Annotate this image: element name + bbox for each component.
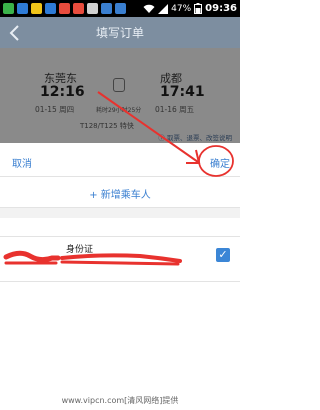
ticket-info-label: 取票、退票、改签说明 [167, 134, 232, 142]
train-icon [113, 78, 125, 92]
train-type: 特快 [119, 122, 134, 130]
app-notification-icon [73, 3, 84, 14]
departure-time: 12:16 [40, 84, 85, 100]
app-header: 填写订单 [0, 17, 240, 48]
info-icon: ⓘ [158, 134, 167, 142]
train-number-value: T128/T125 [80, 122, 118, 130]
train-number: T128/T125 特快 [80, 121, 134, 131]
add-passenger-button[interactable]: + 新增乘车人 [0, 177, 240, 208]
confirm-button[interactable]: 确定 [210, 155, 230, 170]
page-title: 填写订单 [95, 26, 144, 40]
add-passenger-label: + 新增乘车人 [89, 190, 151, 201]
app-notification-icon [31, 3, 42, 14]
battery-percent: 47% [171, 3, 192, 14]
app-notification-icon [87, 3, 98, 14]
passenger-id-type: 身份证 [66, 245, 94, 255]
ticket-info-link[interactable]: ⓘ 取票、退票、改签说明 [158, 132, 232, 142]
arrival-date: 01-16 周五 [155, 105, 195, 114]
status-bar: 47% 09:36 [0, 0, 240, 17]
battery-icon [194, 3, 203, 14]
app-notification-icon [3, 3, 14, 14]
app-notification-icon [17, 3, 28, 14]
passenger-checkbox[interactable]: ✓ [216, 248, 230, 262]
cancel-button[interactable]: 取消 [12, 155, 32, 170]
app-notification-icon [59, 3, 70, 14]
departure-date: 01-15 周四 [35, 105, 75, 114]
dialog-action-bar: 取消 确定 [0, 146, 240, 177]
watermark: www.vipcn.com[清风网络]提供 [61, 396, 179, 405]
trip-duration: 耗时29小时25分 [96, 107, 142, 114]
passenger-row[interactable]: 身份证 ✓ [0, 236, 240, 282]
arrival-time: 17:41 [160, 84, 205, 100]
signal-icon [158, 3, 169, 14]
section-divider [0, 208, 240, 218]
wifi-icon [143, 4, 155, 13]
app-notification-icon [115, 3, 126, 14]
passenger-select-dialog: 取消 确定 + 新增乘车人 身份证 ✓ www.vipcn.com[清风网络]提… [0, 146, 240, 410]
app-notification-icon [45, 3, 56, 14]
clock: 09:36 [205, 3, 237, 14]
app-notification-icon [101, 3, 112, 14]
